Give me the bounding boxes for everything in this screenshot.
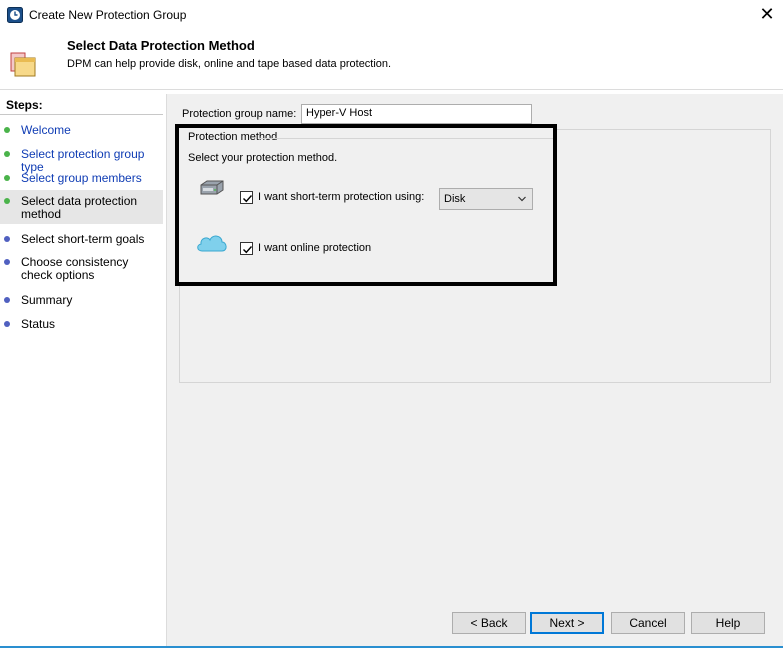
online-protection-label[interactable]: I want online protection	[258, 242, 371, 254]
step-status-dot-icon	[4, 297, 10, 303]
short-term-protection-label[interactable]: I want short-term protection using:	[258, 191, 424, 203]
step-label: Select short-term goals	[21, 232, 145, 246]
chevron-down-icon	[517, 194, 527, 207]
step-status-dot-icon	[4, 321, 10, 327]
protection-group-name-input[interactable]: Hyper-V Host	[301, 104, 532, 124]
short-term-protection-checkbox[interactable]	[240, 191, 253, 204]
next-button[interactable]: Next >	[530, 612, 604, 634]
protection-group-name-label: Protection group name:	[182, 108, 297, 120]
step-status-dot-icon	[4, 151, 10, 157]
step-label: Summary	[21, 293, 73, 307]
window-title: Create New Protection Group	[29, 8, 187, 22]
legend-divider	[259, 138, 553, 139]
step-status[interactable]: Status	[0, 318, 163, 331]
step-summary[interactable]: Summary	[0, 294, 163, 307]
step-welcome[interactable]: Welcome	[0, 124, 163, 137]
steps-sidebar: Steps: Welcome Select protection group t…	[0, 94, 163, 648]
step-select-data-protection-method[interactable]: Select data protection method	[0, 190, 163, 224]
step-status-dot-icon	[4, 236, 10, 242]
page-title: Select Data Protection Method	[67, 38, 255, 53]
step-label: Select data protection method	[21, 194, 138, 221]
steps-divider	[0, 114, 163, 115]
step-select-group-members[interactable]: Select group members	[0, 172, 163, 185]
app-clock-icon	[7, 7, 23, 23]
short-term-select-value: Disk	[444, 193, 466, 205]
protection-method-highlight: Protection method Select your protection…	[175, 124, 557, 286]
page-header: Select Data Protection Method DPM can he…	[0, 30, 783, 90]
cancel-button[interactable]: Cancel	[611, 612, 685, 634]
back-button[interactable]: < Back	[452, 612, 526, 634]
online-protection-checkbox[interactable]	[240, 242, 253, 255]
step-label: Status	[21, 317, 56, 331]
page-subtitle: DPM can help provide disk, online and ta…	[67, 58, 392, 70]
step-status-dot-icon	[4, 259, 10, 265]
main-panel: Protection group name: Hyper-V Host Prot…	[166, 94, 783, 648]
step-label: Choose consistency check options	[21, 255, 129, 282]
close-button[interactable]: ✕	[754, 4, 780, 26]
title-bar: Create New Protection Group ✕	[0, 0, 783, 30]
short-term-protection-select[interactable]: Disk	[439, 188, 533, 210]
step-choose-consistency-check-options[interactable]: Choose consistency check options	[0, 256, 163, 282]
steps-heading: Steps:	[6, 98, 43, 112]
step-status-dot-icon	[4, 198, 10, 204]
protection-method-legend: Protection method	[188, 131, 278, 143]
step-status-dot-icon	[4, 175, 10, 181]
step-select-short-term-goals[interactable]: Select short-term goals	[0, 233, 163, 246]
step-status-dot-icon	[4, 127, 10, 133]
cloud-icon	[195, 232, 229, 254]
step-label: Select protection group type	[21, 147, 145, 174]
folder-stack-icon	[9, 51, 39, 79]
disk-drive-icon	[199, 180, 225, 196]
step-label: Select group members	[21, 171, 142, 185]
protection-method-instruction: Select your protection method.	[188, 152, 338, 164]
help-button[interactable]: Help	[691, 612, 765, 634]
step-label: Welcome	[21, 123, 71, 137]
